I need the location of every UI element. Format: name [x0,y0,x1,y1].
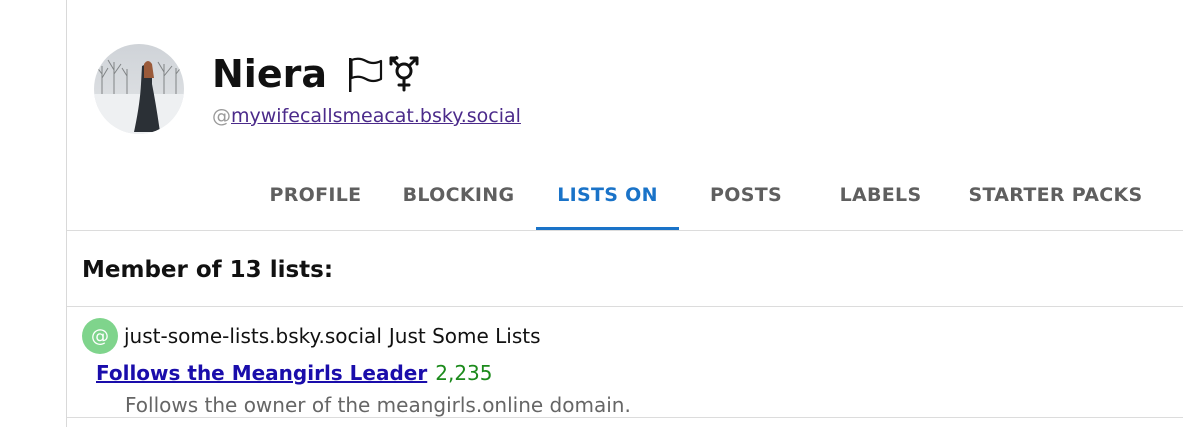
left-divider [66,0,67,427]
white-flag-icon [345,54,385,94]
list-title-link[interactable]: Follows the Meangirls Leader [96,361,427,385]
list-item-divider [67,417,1183,418]
owner-avatar-badge[interactable]: @ [82,318,118,354]
list-title-row: Follows the Meangirls Leader 2,235 [96,356,1172,390]
tab-posts[interactable]: POSTS [679,160,813,230]
tab-blocking[interactable]: BLOCKING [381,160,536,230]
list-item: @ just-some-lists.bsky.social Just Some L… [82,318,1172,420]
section-divider [67,306,1183,307]
owner-name: Just Some Lists [388,324,541,348]
identity-block: Niera @mywifecallsmeacat.bsky.social [212,48,521,128]
tab-bar-divider [67,230,1183,231]
avatar[interactable] [94,44,184,134]
section-title: Member of 13 lists: [82,257,334,283]
tab-profile[interactable]: PROFILE [250,160,381,230]
list-owner-row: @ just-some-lists.bsky.social Just Some L… [82,318,1172,354]
profile-header: Niera @mywifecallsmeacat.bsky.social [94,44,521,134]
tab-labels[interactable]: LABELS [813,160,948,230]
owner-handle[interactable]: just-some-lists.bsky.social [124,324,382,348]
list-member-count: 2,235 [435,361,493,385]
list-description: Follows the owner of the meangirls.onlin… [125,393,631,417]
handle-link[interactable]: mywifecallsmeacat.bsky.social [231,105,521,127]
page: Niera @mywifecallsmeacat.bsky.social PRO… [0,0,1183,427]
transgender-symbol-icon [387,54,421,94]
display-name: Niera [212,52,327,96]
name-row: Niera [212,48,521,100]
handle-at-sign: @ [212,105,231,127]
owner-text: just-some-lists.bsky.social Just Some Lis… [124,324,541,348]
tab-starter-packs[interactable]: STARTER PACKS [948,160,1163,230]
tab-bar: PROFILE BLOCKING LISTS ON POSTS LABELS S… [250,160,1163,230]
handle-row: @mywifecallsmeacat.bsky.social [212,104,521,128]
tab-lists-on[interactable]: LISTS ON [536,160,679,230]
